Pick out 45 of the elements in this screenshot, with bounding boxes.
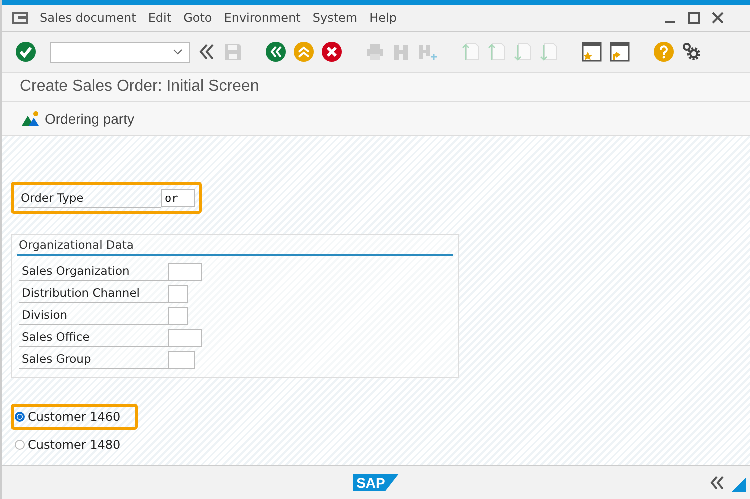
check-icon[interactable] (16, 42, 36, 62)
page-down-icon[interactable] (514, 42, 532, 62)
radio-button[interactable] (15, 412, 25, 422)
menu-item[interactable]: Help (370, 11, 397, 25)
page-down-icon[interactable] (540, 42, 558, 62)
sap-logo: SAP (352, 474, 400, 492)
close-icon[interactable] (712, 12, 724, 24)
radio-option[interactable]: Customer 1480 (11, 432, 138, 458)
mountain-person-icon (22, 110, 40, 126)
menu-item[interactable]: Environment (224, 11, 301, 25)
menu-item[interactable]: System (312, 11, 358, 25)
dropdown-caret-icon[interactable] (173, 49, 183, 55)
menu-item[interactable]: Goto (184, 11, 212, 25)
input-field[interactable] (168, 351, 195, 369)
highlighted-radio-option[interactable]: Customer 1460 (11, 404, 138, 430)
ordering-party-button[interactable]: Ordering party (18, 108, 138, 128)
double-chevron-icon[interactable] (710, 476, 724, 490)
settings-icon[interactable] (682, 42, 702, 62)
back-icon[interactable] (266, 42, 286, 62)
binoculars-icon[interactable] (392, 43, 410, 61)
menu-item[interactable]: Edit (148, 11, 172, 25)
order-type-field[interactable]: or (161, 189, 195, 207)
command-field[interactable] (50, 42, 190, 62)
input-field[interactable] (168, 263, 202, 281)
radio-button[interactable] (15, 440, 25, 450)
resize-handle-icon[interactable] (732, 478, 746, 492)
save-icon[interactable] (224, 43, 242, 61)
help-icon[interactable] (654, 42, 674, 62)
double-chevron-icon[interactable] (198, 43, 216, 61)
cancel-icon[interactable] (322, 42, 342, 62)
maximize-icon[interactable] (688, 12, 700, 24)
group-title: Organizational Data (19, 238, 134, 252)
input-field[interactable] (168, 285, 188, 303)
input-field[interactable] (168, 329, 202, 347)
binoculars-plus-icon[interactable] (418, 43, 438, 61)
input-field[interactable] (168, 307, 188, 325)
page-up-icon[interactable] (488, 42, 506, 62)
menu-icon[interactable] (12, 12, 28, 24)
print-icon[interactable] (366, 43, 384, 61)
radio-label: Customer 1480 (28, 438, 121, 452)
page-up-icon[interactable] (462, 42, 480, 62)
menu-item[interactable]: Sales document (40, 11, 136, 25)
up-icon[interactable] (294, 42, 314, 62)
radio-label: Customer 1460 (28, 410, 121, 424)
screen-title: Create Sales Order: Initial Screen (20, 78, 260, 96)
